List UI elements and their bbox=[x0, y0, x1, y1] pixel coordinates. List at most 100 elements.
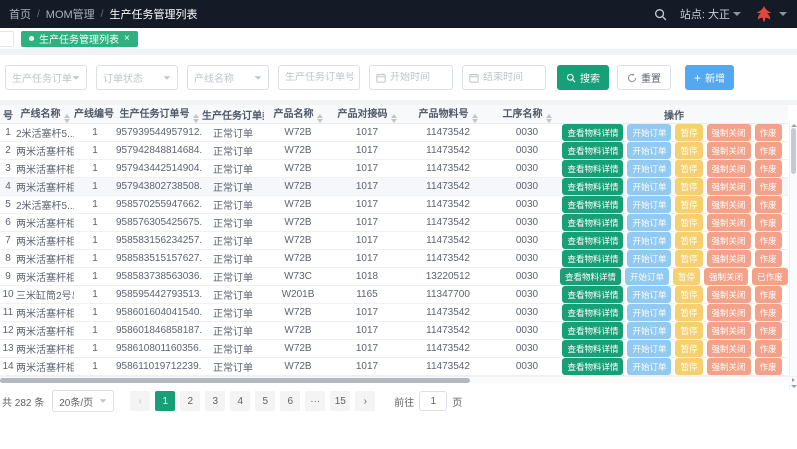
order-type-select[interactable]: 生产任务订单类型 bbox=[5, 65, 87, 90]
force-close-button[interactable]: 强制关闭 bbox=[707, 286, 751, 303]
column-header-1[interactable]: 产线名称 bbox=[16, 105, 74, 124]
sort-caret-icon[interactable] bbox=[64, 114, 70, 123]
view-material-button[interactable]: 查看物料详情 bbox=[562, 178, 623, 195]
pause-button[interactable]: 暂停 bbox=[675, 286, 702, 303]
view-material-button[interactable]: 查看物料详情 bbox=[562, 358, 623, 375]
page-button-6[interactable]: 6 bbox=[280, 391, 300, 411]
void-button[interactable]: 作废 bbox=[755, 196, 782, 213]
sort-caret-icon[interactable] bbox=[472, 114, 478, 123]
view-material-button[interactable]: 查看物料详情 bbox=[562, 124, 623, 141]
page-button-15[interactable]: 15 bbox=[330, 391, 350, 411]
horizontal-scrollbar[interactable] bbox=[0, 376, 797, 383]
void-button[interactable]: 作废 bbox=[755, 142, 782, 159]
void-button[interactable]: 作废 bbox=[755, 286, 782, 303]
scroll-right-icon[interactable] bbox=[792, 378, 795, 382]
tab-production-task-list[interactable]: 生产任务管理列表 × bbox=[21, 31, 138, 47]
page-size-select[interactable]: 20条/页 bbox=[52, 390, 114, 412]
start-order-button[interactable]: 开始订单 bbox=[627, 232, 671, 249]
search-icon[interactable] bbox=[654, 8, 667, 21]
pause-button[interactable]: 暂停 bbox=[675, 124, 702, 141]
force-close-button[interactable]: 强制关闭 bbox=[707, 142, 751, 159]
void-button[interactable]: 作废 bbox=[755, 304, 782, 321]
void-button[interactable]: 作废 bbox=[755, 124, 782, 141]
pause-button[interactable]: 暂停 bbox=[675, 214, 702, 231]
prev-page-button[interactable]: ‹ bbox=[130, 391, 150, 411]
force-close-button[interactable]: 强制关闭 bbox=[707, 322, 751, 339]
start-time-input[interactable] bbox=[390, 72, 446, 83]
sort-caret-icon[interactable] bbox=[193, 114, 199, 123]
pause-button[interactable]: 暂停 bbox=[675, 304, 702, 321]
reset-button[interactable]: 重置 bbox=[617, 65, 671, 90]
page-button-5[interactable]: 5 bbox=[255, 391, 275, 411]
sort-caret-icon[interactable] bbox=[391, 114, 397, 123]
force-close-button[interactable]: 强制关闭 bbox=[707, 232, 751, 249]
start-order-button[interactable]: 开始订单 bbox=[627, 358, 671, 375]
void-button[interactable]: 作废 bbox=[755, 358, 782, 375]
force-close-button[interactable]: 强制关闭 bbox=[707, 178, 751, 195]
view-material-button[interactable]: 查看物料详情 bbox=[562, 304, 623, 321]
column-header-7[interactable]: 产品物料号 bbox=[402, 105, 494, 124]
view-material-button[interactable]: 查看物料详情 bbox=[562, 142, 623, 159]
start-order-button[interactable]: 开始订单 bbox=[627, 250, 671, 267]
start-order-button[interactable]: 开始订单 bbox=[627, 196, 671, 213]
pager-more-button[interactable]: ··· bbox=[305, 391, 325, 411]
sort-caret-icon[interactable] bbox=[317, 114, 323, 123]
void-button[interactable]: 作废 bbox=[755, 178, 782, 195]
column-header-2[interactable]: 产线编号 bbox=[74, 105, 116, 124]
pause-button[interactable]: 暂停 bbox=[675, 232, 702, 249]
force-close-button[interactable]: 强制关闭 bbox=[707, 160, 751, 177]
view-material-button[interactable]: 查看物料详情 bbox=[562, 232, 623, 249]
pause-button[interactable]: 暂停 bbox=[673, 268, 700, 285]
pause-button[interactable]: 暂停 bbox=[675, 160, 702, 177]
start-order-button[interactable]: 开始订单 bbox=[627, 142, 671, 159]
column-header-6[interactable]: 产品对接码 bbox=[332, 105, 402, 124]
view-material-button[interactable]: 查看物料详情 bbox=[562, 322, 623, 339]
pause-button[interactable]: 暂停 bbox=[675, 142, 702, 159]
view-material-button[interactable]: 查看物料详情 bbox=[562, 160, 623, 177]
start-order-button[interactable]: 开始订单 bbox=[627, 304, 671, 321]
scroll-up-icon[interactable] bbox=[791, 124, 797, 127]
vertical-scrollbar[interactable] bbox=[789, 123, 797, 389]
void-button[interactable]: 作废 bbox=[755, 322, 782, 339]
order-no-input[interactable] bbox=[285, 72, 353, 83]
force-close-button[interactable]: 强制关闭 bbox=[707, 340, 751, 357]
next-page-button[interactable]: › bbox=[355, 391, 375, 411]
void-button[interactable]: 作废 bbox=[755, 250, 782, 267]
start-order-button[interactable]: 开始订单 bbox=[627, 178, 671, 195]
view-material-button[interactable]: 查看物料详情 bbox=[562, 340, 623, 357]
page-button-4[interactable]: 4 bbox=[230, 391, 250, 411]
user-menu[interactable] bbox=[754, 5, 787, 23]
start-order-button[interactable]: 开始订单 bbox=[627, 322, 671, 339]
page-button-2[interactable]: 2 bbox=[180, 391, 200, 411]
force-close-button[interactable]: 强制关闭 bbox=[707, 196, 751, 213]
force-close-button[interactable]: 强制关闭 bbox=[707, 214, 751, 231]
pause-button[interactable]: 暂停 bbox=[675, 250, 702, 267]
pause-button[interactable]: 暂停 bbox=[675, 178, 702, 195]
start-order-button[interactable]: 开始订单 bbox=[627, 286, 671, 303]
end-time-input[interactable] bbox=[483, 72, 539, 83]
voided-button[interactable]: 已作废 bbox=[752, 268, 788, 285]
start-order-button[interactable]: 开始订单 bbox=[627, 214, 671, 231]
view-material-button[interactable]: 查看物料详情 bbox=[562, 196, 623, 213]
void-button[interactable]: 作废 bbox=[755, 232, 782, 249]
tab-stub-partial[interactable] bbox=[0, 31, 14, 47]
start-order-button[interactable]: 开始订单 bbox=[627, 160, 671, 177]
pause-button[interactable]: 暂停 bbox=[675, 340, 702, 357]
site-selector[interactable]: 站点: 大正 bbox=[680, 6, 741, 22]
add-button[interactable]: + 新增 bbox=[685, 65, 734, 90]
column-header-3[interactable]: 生产任务订单号 bbox=[116, 105, 202, 124]
horizontal-scroll-thumb[interactable] bbox=[0, 378, 470, 383]
start-order-button[interactable]: 开始订单 bbox=[625, 268, 669, 285]
scroll-down-icon[interactable] bbox=[791, 385, 797, 388]
force-close-button[interactable]: 强制关闭 bbox=[704, 268, 748, 285]
force-close-button[interactable]: 强制关闭 bbox=[707, 250, 751, 267]
void-button[interactable]: 作废 bbox=[755, 214, 782, 231]
breadcrumb-mom[interactable]: MOM管理 bbox=[46, 6, 95, 22]
page-button-3[interactable]: 3 bbox=[205, 391, 225, 411]
pause-button[interactable]: 暂停 bbox=[675, 196, 702, 213]
void-button[interactable]: 作废 bbox=[755, 340, 782, 357]
start-order-button[interactable]: 开始订单 bbox=[627, 124, 671, 141]
view-material-button[interactable]: 查看物料详情 bbox=[562, 286, 623, 303]
view-material-button[interactable]: 查看物料详情 bbox=[560, 268, 621, 285]
view-material-button[interactable]: 查看物料详情 bbox=[562, 250, 623, 267]
